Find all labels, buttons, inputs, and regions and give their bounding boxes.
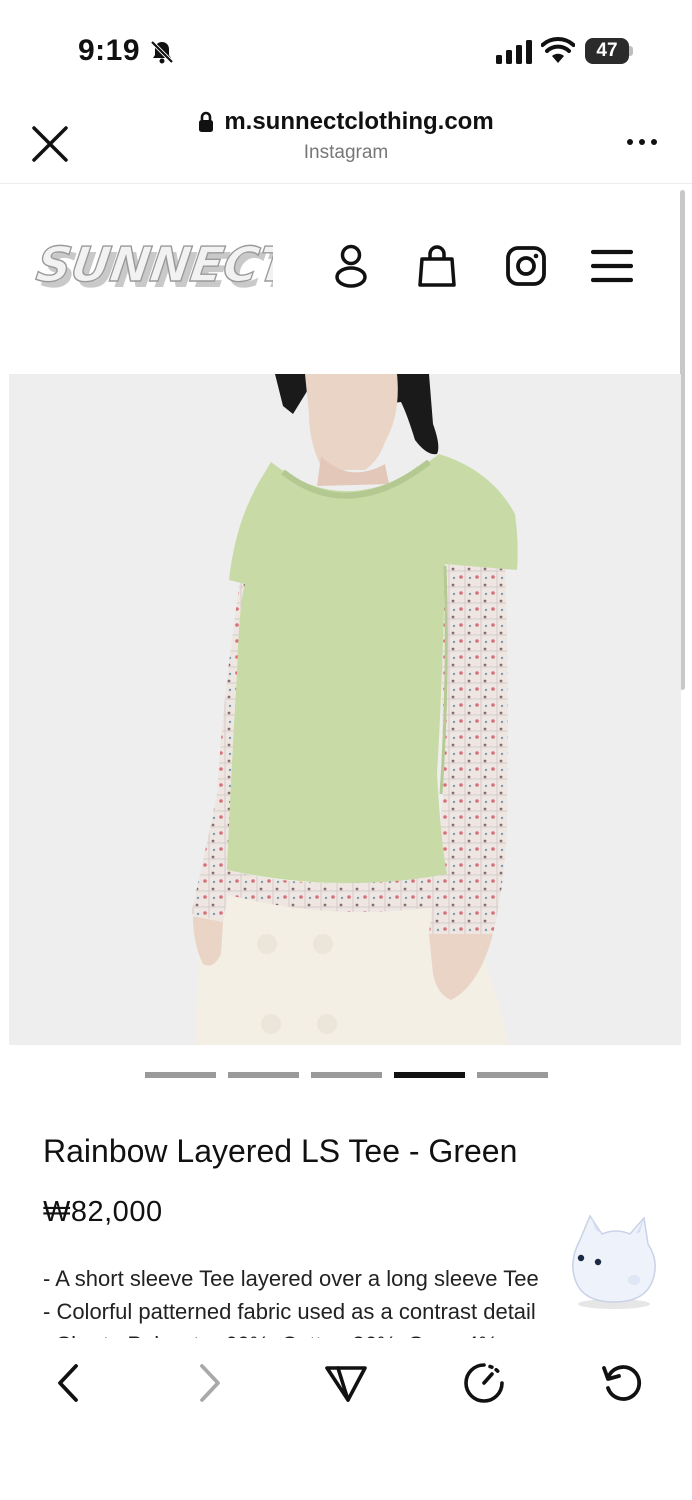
product-description: - A short sleeve Tee layered over a long…: [43, 1262, 603, 1338]
sunnect-logo[interactable]: SUNNECT SUNNECT: [28, 215, 273, 305]
more-icon[interactable]: [624, 130, 660, 154]
lock-icon: [199, 111, 214, 132]
reload-icon[interactable]: [598, 1360, 646, 1406]
battery-icon: 47: [585, 38, 633, 64]
share-icon[interactable]: [322, 1360, 370, 1406]
shopping-bag-icon[interactable]: [417, 243, 457, 289]
carousel-dot[interactable]: [477, 1072, 548, 1078]
close-icon[interactable]: [28, 122, 72, 166]
speed-icon[interactable]: [460, 1360, 508, 1406]
product-title: Rainbow Layered LS Tee - Green: [43, 1133, 518, 1169]
carousel-dot[interactable]: [145, 1072, 216, 1078]
carousel-dot[interactable]: [228, 1072, 299, 1078]
carousel-dot[interactable]: [311, 1072, 382, 1078]
description-line: - Colorful patterned fabric used as a co…: [43, 1299, 536, 1324]
carousel-dot-active[interactable]: [394, 1072, 465, 1078]
logo-text: SUNNECT: [33, 237, 273, 293]
menu-icon[interactable]: [591, 243, 633, 289]
product-photo: [9, 374, 681, 1045]
wifi-icon: [541, 37, 575, 63]
battery-level: 47: [596, 40, 618, 61]
url-text: m.sunnectclothing.com: [224, 108, 494, 135]
browser-header: m.sunnectclothing.com Instagram: [0, 100, 692, 184]
bottom-toolbar: [0, 1338, 692, 1500]
mascot-chat-button[interactable]: [560, 1210, 666, 1310]
address-bar[interactable]: m.sunnectclothing.com Instagram: [150, 108, 542, 164]
forward-icon[interactable]: [184, 1360, 232, 1406]
back-icon[interactable]: [46, 1360, 94, 1406]
status-time: 9:19: [78, 34, 141, 67]
site-header: SUNNECT SUNNECT: [0, 185, 692, 375]
instagram-icon[interactable]: [506, 243, 546, 289]
product-image[interactable]: [9, 374, 681, 1045]
product-price: ₩82,000: [43, 1196, 163, 1228]
account-icon[interactable]: [331, 243, 371, 289]
status-bar: 9:19 47: [0, 0, 692, 100]
cellular-signal-icon: [496, 40, 532, 64]
description-line: - Short : Polyester 60%, Cotton 36%, Spa…: [43, 1328, 603, 1338]
bell-slash-icon: [150, 40, 174, 64]
carousel-indicators: [145, 1072, 548, 1078]
description-line: - A short sleeve Tee layered over a long…: [43, 1266, 539, 1291]
referrer-text: Instagram: [303, 142, 389, 163]
